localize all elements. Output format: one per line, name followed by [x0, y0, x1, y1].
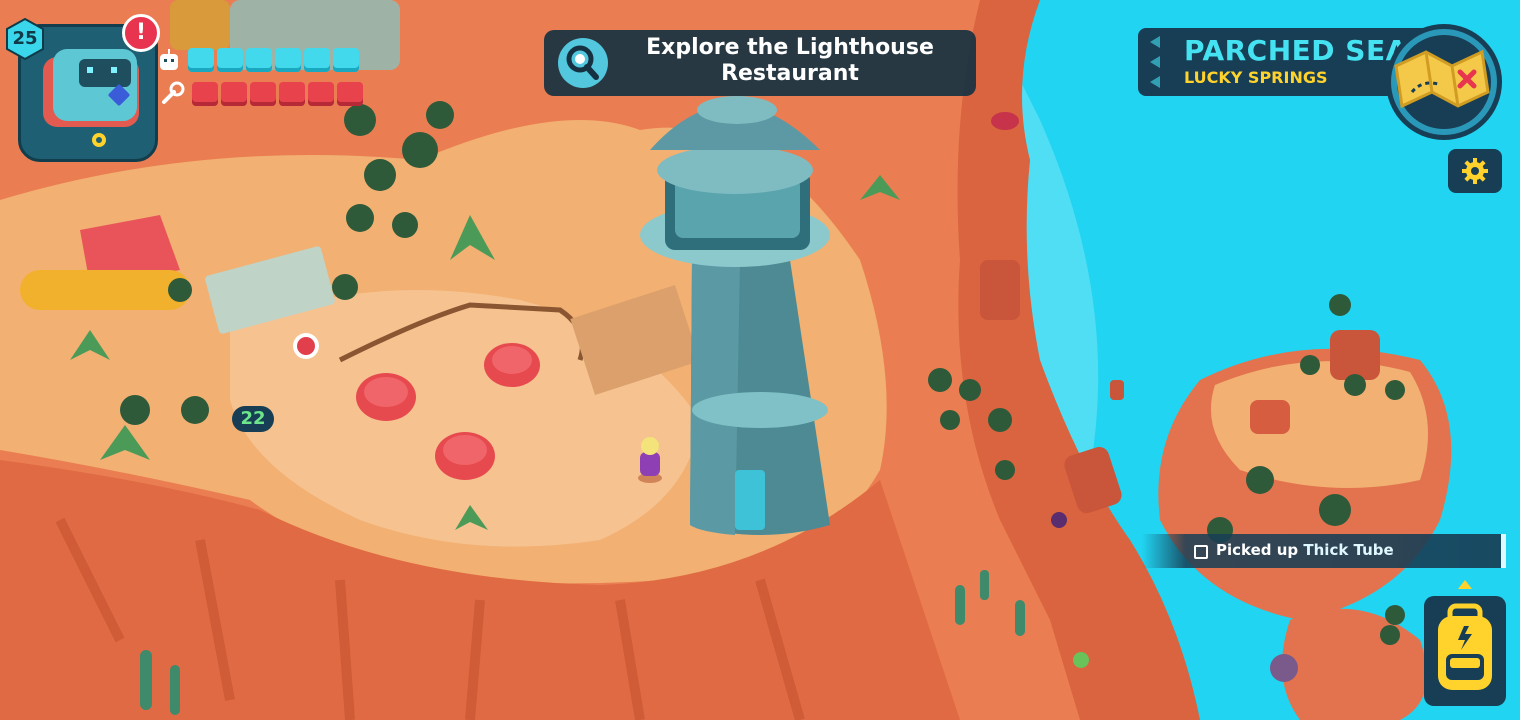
energy-segment	[188, 48, 214, 72]
player-level-badge: 25	[4, 18, 46, 60]
backpack-icon	[1438, 603, 1492, 690]
gear-icon	[1462, 158, 1488, 184]
folded-map-icon	[1386, 24, 1502, 140]
pickup-item-name: Thick Tube	[1303, 541, 1394, 559]
energy-segment	[217, 48, 243, 72]
tool-segment	[250, 82, 276, 106]
tool-segment	[308, 82, 334, 106]
settings-button[interactable]	[1448, 149, 1502, 193]
game-world-view[interactable]	[0, 0, 1520, 720]
alert-notification-icon[interactable]: !	[122, 14, 160, 52]
backpack-button[interactable]	[1424, 596, 1506, 706]
pickup-prefix: Picked up	[1216, 541, 1299, 559]
region-name: PARCHED SEA	[1184, 34, 1408, 67]
wrench-icon	[162, 81, 185, 104]
npc-level-tag: 22	[232, 406, 274, 432]
tool-durability-bar	[192, 82, 363, 106]
item-pickup-notification: Picked up Thick Tube	[1142, 534, 1506, 568]
tool-segment	[192, 82, 218, 106]
area-name: LUCKY SPRINGS	[1184, 68, 1328, 87]
energy-segment	[304, 48, 330, 72]
robot-head-icon	[160, 49, 178, 70]
tool-segment	[279, 82, 305, 106]
notification-edge	[1501, 534, 1506, 568]
energy-segment	[275, 48, 301, 72]
magnifier-search-icon	[558, 38, 608, 88]
map-button[interactable]	[1382, 22, 1506, 142]
tool-segment	[221, 82, 247, 106]
quest-objective-text: Explore the Lighthouse Restaurant	[646, 35, 934, 86]
quest-objective-banner[interactable]: Explore the Lighthouse Restaurant	[544, 30, 976, 96]
tribal-pattern-icon	[1150, 36, 1160, 88]
energy-segment	[333, 48, 359, 72]
pickup-message: Picked up Thick Tube	[1216, 541, 1394, 559]
tool-segment	[337, 82, 363, 106]
energy-bar	[188, 48, 359, 72]
player-level-value: 25	[12, 28, 38, 49]
energy-segment	[246, 48, 272, 72]
up-arrow-icon	[1458, 580, 1472, 589]
checkbox-icon	[1194, 545, 1208, 559]
